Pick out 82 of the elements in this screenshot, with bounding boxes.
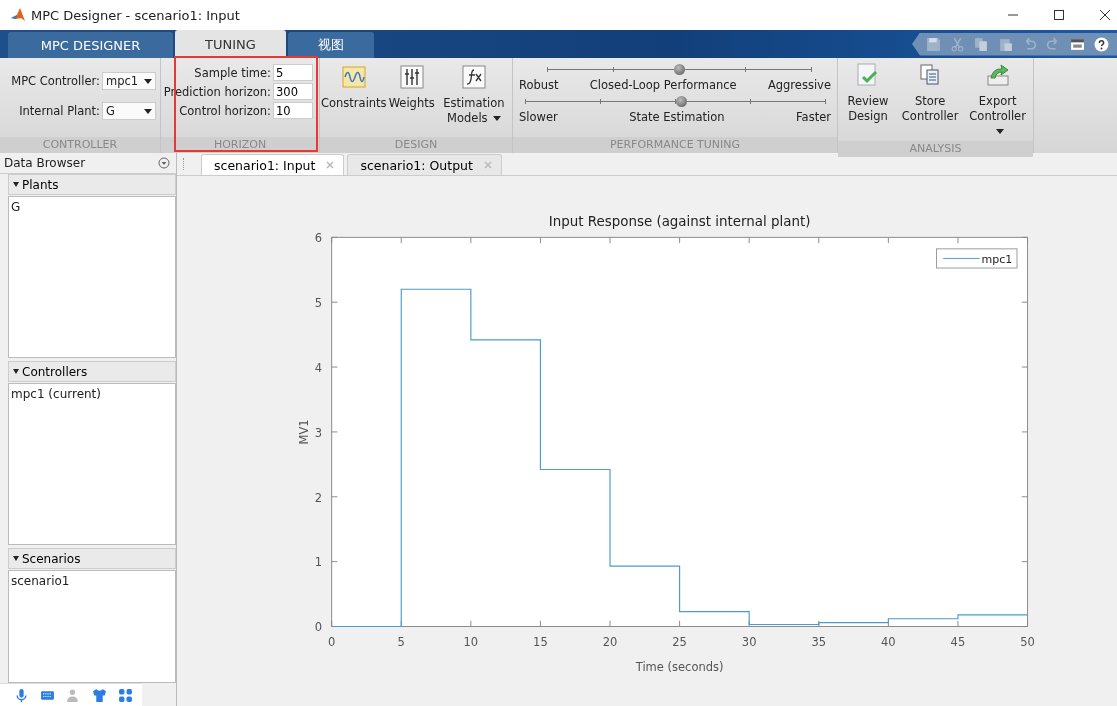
slider-label: Slower	[519, 110, 558, 124]
tick-label: 0	[314, 620, 323, 635]
export-arrow-icon	[984, 62, 1011, 88]
ribbon-tab[interactable]: 视图	[287, 32, 374, 58]
layout-icon[interactable]	[1070, 36, 1085, 52]
matlab-logo-icon	[10, 7, 26, 23]
tick-label: 5	[314, 296, 323, 310]
list-item[interactable]: mpc1 (current)	[11, 387, 173, 401]
slider-label: Faster	[796, 110, 831, 124]
group-label: CONTROLLER	[0, 137, 160, 153]
tick-label: 3	[314, 425, 323, 440]
list-item[interactable]: scenario1	[11, 574, 173, 588]
tick-label: 0	[328, 634, 336, 649]
tick-label: 6	[314, 231, 323, 246]
chart-title: Input Response (against internal plant)	[548, 213, 811, 229]
slider[interactable]	[547, 64, 811, 76]
ribbon-button[interactable]: Store Controller	[898, 60, 963, 126]
shirt-icon[interactable]	[92, 687, 107, 703]
group-label: ANALYSIS	[838, 141, 1033, 157]
list-item[interactable]: G	[11, 200, 173, 214]
caret-icon	[144, 78, 152, 84]
legend-label: mpc1	[981, 253, 1013, 267]
tick-label: 1	[314, 555, 323, 570]
close-icon[interactable]	[1099, 9, 1111, 21]
dropdown-circle-icon[interactable]	[158, 157, 170, 169]
person-icon[interactable]	[66, 687, 81, 703]
dropdown-field[interactable]: G	[102, 102, 156, 120]
ribbon-tab[interactable]: MPC DESIGNER	[8, 32, 173, 58]
field-label: Control horizon:	[179, 103, 271, 118]
ribbon-button[interactable]: Review Design	[838, 60, 898, 126]
x-axis-label: Time (seconds)	[635, 659, 724, 674]
tick-label: 35	[811, 634, 827, 649]
ribbon-button[interactable]: Export Controller	[962, 60, 1033, 141]
wave-chart-icon	[340, 64, 367, 90]
legend-line	[942, 257, 981, 259]
panel-title: Data Browser	[4, 156, 86, 170]
tick-label: 25	[672, 634, 687, 649]
tick-label: 40	[881, 634, 896, 649]
tick-label: 45	[950, 634, 966, 649]
input-field[interactable]: 5	[273, 64, 313, 81]
slider-title: Closed-Loop Performance	[589, 78, 737, 92]
tick-label: 50	[1020, 634, 1035, 649]
slider-label: Robust	[519, 78, 559, 92]
slider-title: State Estimation	[629, 110, 725, 124]
copy-icon[interactable]	[974, 36, 989, 52]
field-label: Sample time:	[194, 65, 271, 80]
sliders-icon	[398, 64, 425, 90]
group-label: DESIGN	[320, 137, 512, 153]
save-icon[interactable]	[926, 36, 941, 52]
tick-label: 15	[533, 634, 548, 649]
input-field[interactable]: 10	[273, 102, 313, 119]
window-title: MPC Designer - scenario1: Input	[31, 7, 240, 23]
slider[interactable]	[525, 96, 825, 108]
slider-label: Aggressive	[767, 78, 831, 92]
help-icon[interactable]	[1094, 36, 1109, 52]
paste-icon[interactable]	[998, 36, 1013, 52]
section-header[interactable]: Scenarios	[8, 548, 176, 569]
ribbon-button[interactable]: Constraints	[320, 62, 388, 113]
apps-icon[interactable]	[118, 687, 133, 703]
input-field[interactable]: 300	[273, 83, 313, 100]
tick-label: 5	[397, 634, 405, 649]
function-icon	[460, 64, 487, 90]
tick-label: 4	[314, 360, 323, 375]
section-header[interactable]: Controllers	[8, 361, 176, 382]
tick-label: 2	[314, 490, 323, 505]
ribbon-tab[interactable]: TUNING	[175, 30, 286, 58]
tick-label: 10	[463, 634, 479, 649]
section-header[interactable]: Plants	[8, 174, 176, 195]
maximize-icon[interactable]	[1053, 9, 1065, 21]
field-label: Internal Plant:	[19, 104, 100, 118]
group-label: PERFORMANCE TUNING	[513, 137, 837, 153]
ribbon-button[interactable]: Weights	[387, 62, 436, 113]
tick-label: 30	[741, 634, 757, 649]
y-axis-label: MV1	[296, 419, 311, 445]
document-tab[interactable]: scenario1: Input	[201, 154, 345, 175]
caret-icon	[144, 108, 152, 114]
ribbon-button[interactable]: Estimation Models	[435, 62, 512, 128]
dropdown-field[interactable]: mpc1	[102, 72, 156, 90]
document-tab[interactable]: scenario1: Output	[347, 154, 502, 175]
tick-label: 20	[602, 634, 618, 649]
microphone-icon[interactable]	[14, 687, 29, 703]
field-label: MPC Controller:	[11, 74, 100, 88]
